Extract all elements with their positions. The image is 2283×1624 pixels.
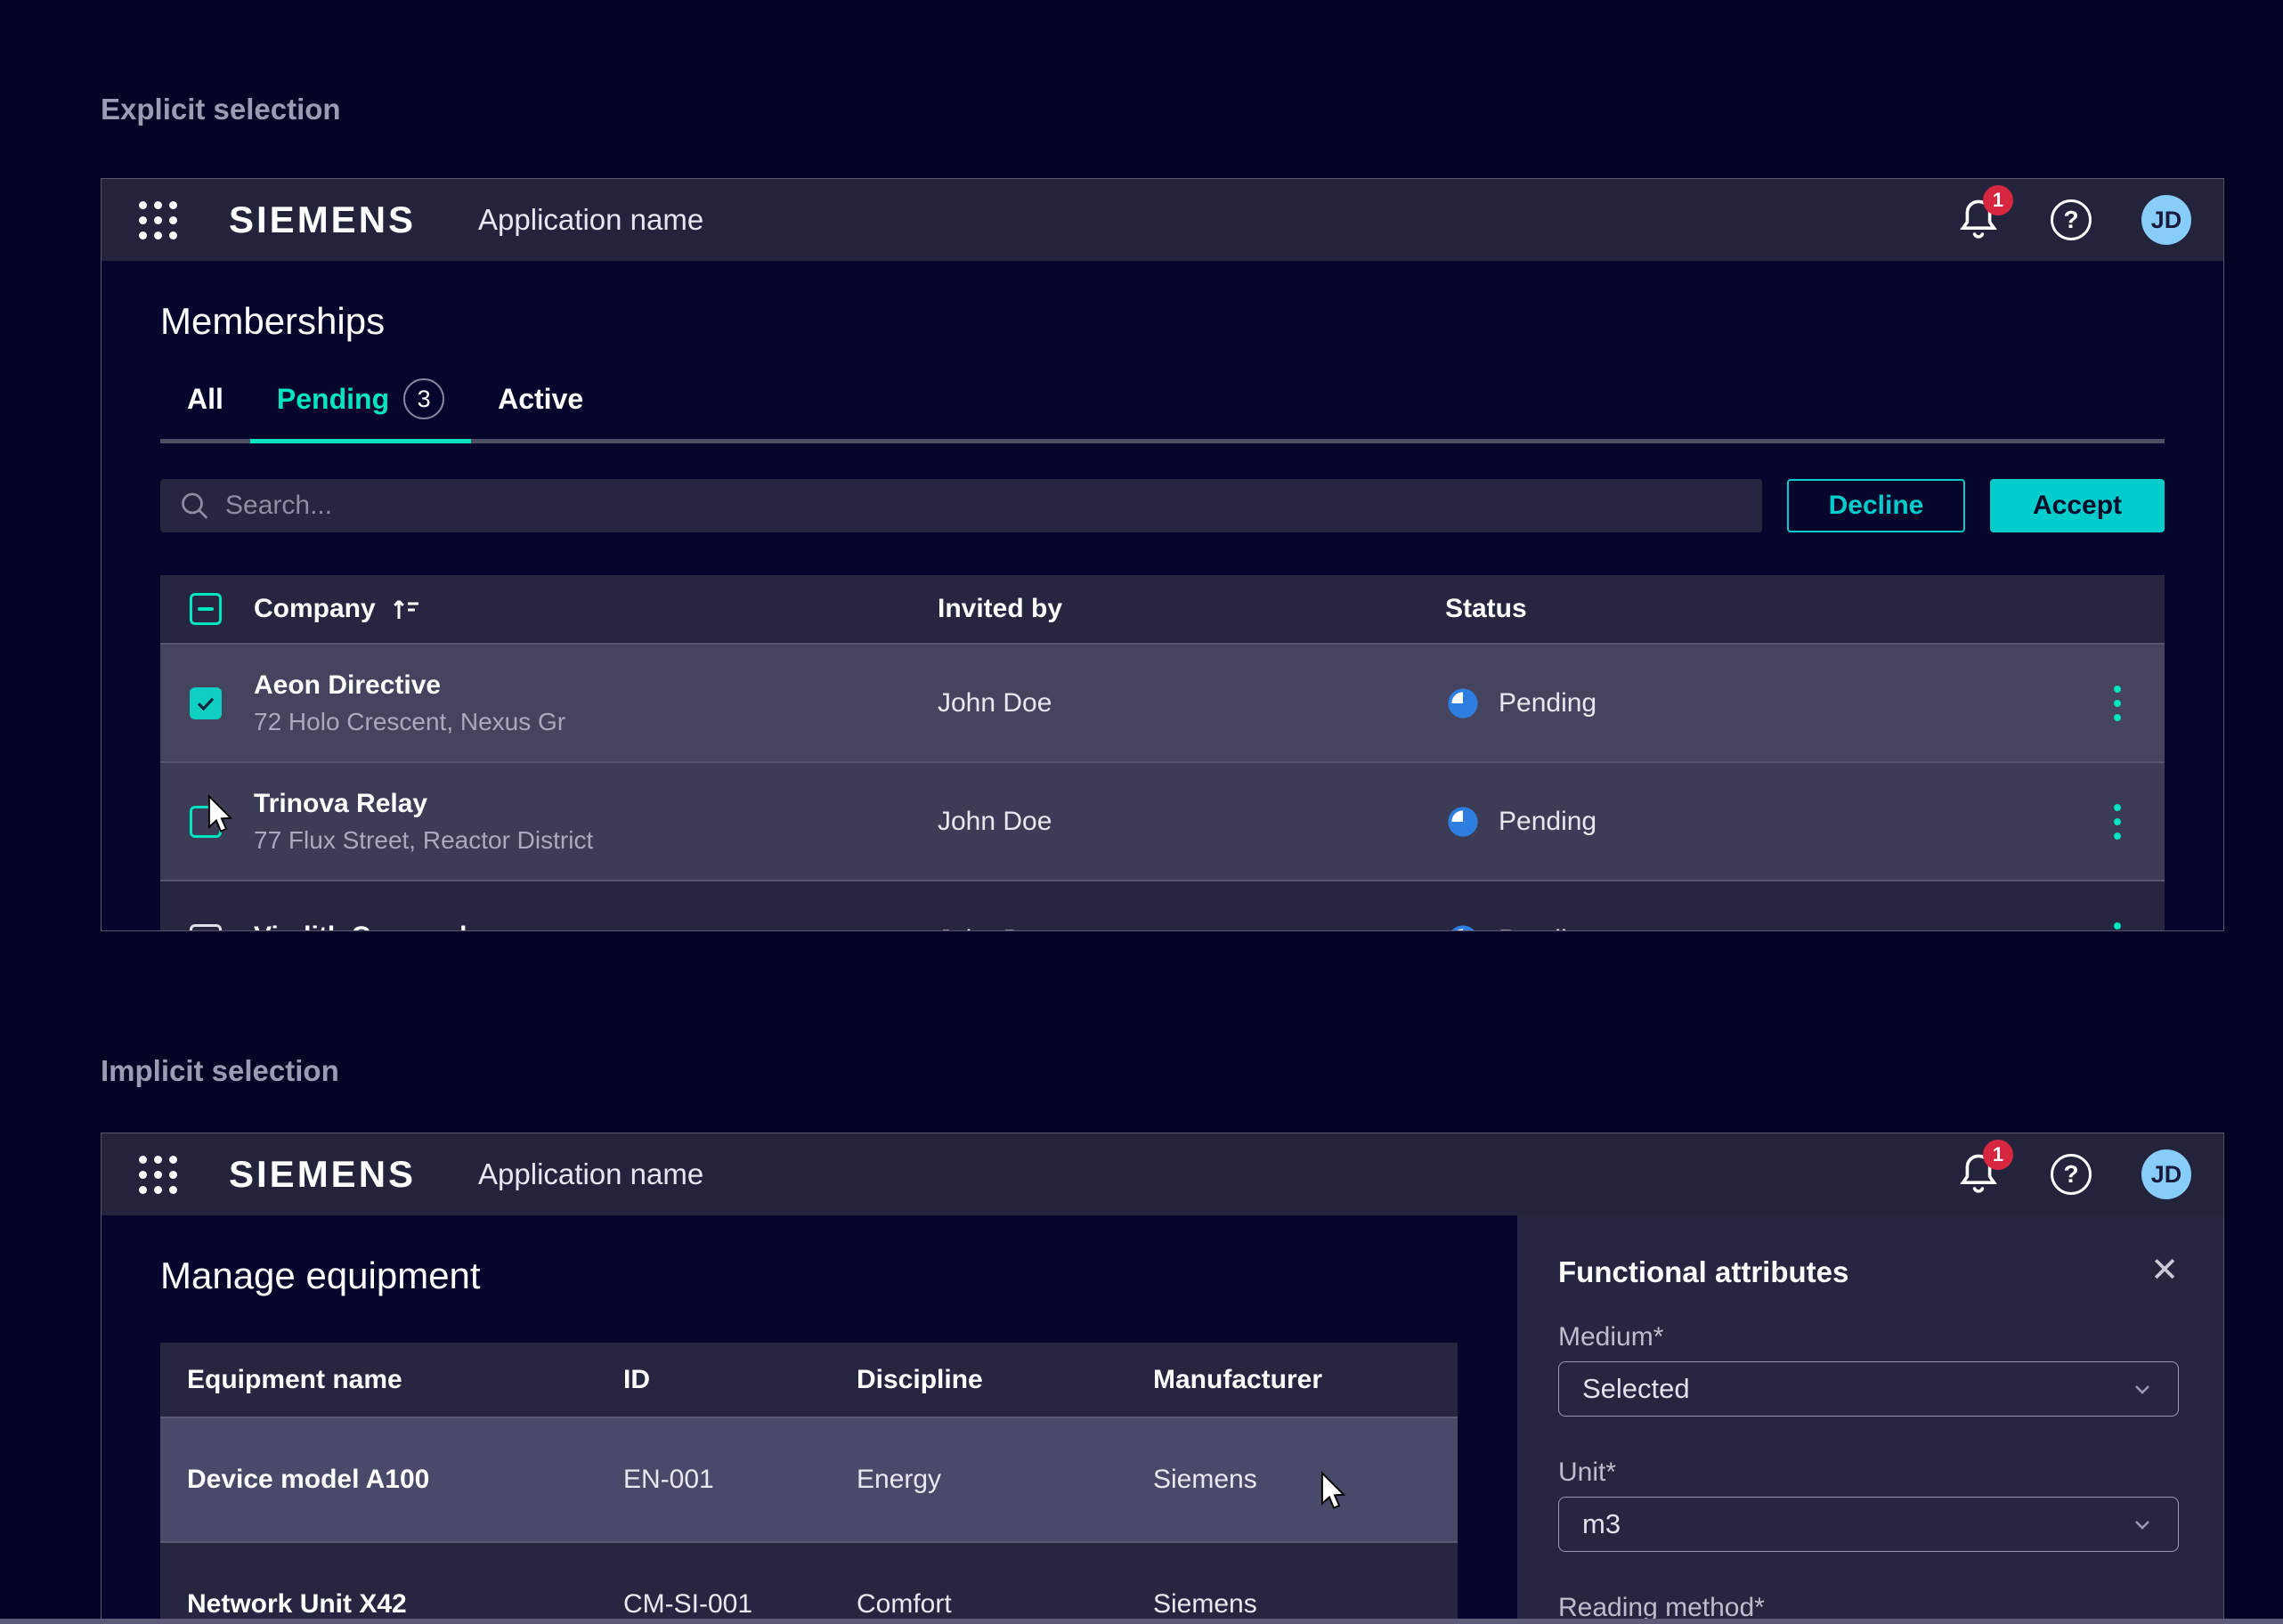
status-label: Pending xyxy=(1499,807,1596,837)
memberships-window: SIEMENS Application name 1 ? JD Membersh… xyxy=(101,178,2224,931)
equipment-name: Network Unit X42 xyxy=(187,1589,623,1620)
equipment-manufacturer: Siemens xyxy=(1153,1465,1431,1495)
medium-select[interactable]: Selected xyxy=(1558,1361,2179,1417)
status-label: Pending xyxy=(1499,925,1596,931)
clipped-bottom-element xyxy=(0,1619,2283,1624)
app-launcher-icon[interactable] xyxy=(139,1156,177,1194)
row-menu-kebab-icon[interactable] xyxy=(2100,804,2135,840)
equipment-discipline: Energy xyxy=(857,1465,1153,1495)
tab-bar: All Pending 3 Active xyxy=(160,378,2165,443)
table-row[interactable]: Aeon Directive 72 Holo Crescent, Nexus G… xyxy=(160,643,2165,761)
company-name: Aeon Directive xyxy=(254,670,938,701)
invited-by-value: John Doe xyxy=(938,807,1445,837)
pending-status-icon xyxy=(1445,922,1481,931)
notification-badge: 1 xyxy=(1983,1140,2013,1170)
sort-ascending-icon[interactable] xyxy=(390,595,422,623)
table-header-row: Company Invited by Status xyxy=(160,575,2165,643)
section-label-implicit: Implicit selection xyxy=(101,1054,339,1088)
equipment-id: EN-001 xyxy=(623,1465,857,1495)
application-name: Application name xyxy=(478,203,703,237)
section-label-explicit: Explicit selection xyxy=(101,93,341,126)
tab-pending-label: Pending xyxy=(277,383,389,416)
column-status[interactable]: Status xyxy=(1445,594,2100,624)
close-icon[interactable]: ✕ xyxy=(2150,1255,2179,1287)
help-icon[interactable]: ? xyxy=(2051,199,2092,240)
search-box[interactable] xyxy=(160,479,1762,532)
notifications-button[interactable]: 1 xyxy=(1956,1150,2001,1198)
tab-pending[interactable]: Pending 3 xyxy=(250,378,471,439)
invited-by-value: John Doe xyxy=(938,688,1445,719)
functional-attributes-panel: Functional attributes ✕ Medium* Selected… xyxy=(1517,1215,2223,1624)
equipment-discipline: Comfort xyxy=(857,1589,1153,1620)
memberships-table: Company Invited by Status xyxy=(160,575,2165,930)
decline-button[interactable]: Decline xyxy=(1787,479,1965,532)
company-name: Virelith Coreworks xyxy=(254,922,938,931)
table-row[interactable]: Device model A100 EN-001 Energy Siemens xyxy=(160,1417,1458,1541)
app-launcher-icon[interactable] xyxy=(139,201,177,240)
chevron-down-icon xyxy=(2130,1376,2155,1401)
avatar[interactable]: JD xyxy=(2141,195,2191,245)
panel-title: Functional attributes xyxy=(1558,1255,1848,1290)
row-menu-kebab-icon[interactable] xyxy=(2100,922,2135,931)
row-checkbox-checked[interactable] xyxy=(190,687,222,719)
search-icon xyxy=(180,491,209,521)
pending-status-icon xyxy=(1445,804,1481,840)
unit-select[interactable]: m3 xyxy=(1558,1497,2179,1552)
table-row[interactable]: Network Unit X42 CM-SI-001 Comfort Sieme… xyxy=(160,1541,1458,1624)
column-discipline[interactable]: Discipline xyxy=(857,1365,1153,1395)
tab-active[interactable]: Active xyxy=(471,378,610,439)
avatar[interactable]: JD xyxy=(2141,1149,2191,1199)
page-title: Manage equipment xyxy=(160,1255,1458,1297)
column-invited-by[interactable]: Invited by xyxy=(938,594,1445,624)
application-name: Application name xyxy=(478,1157,703,1191)
equipment-name: Device model A100 xyxy=(187,1465,623,1495)
company-address: 72 Holo Crescent, Nexus Gr xyxy=(254,708,938,736)
tab-all-label: All xyxy=(187,383,223,416)
invited-by-value: John Doe xyxy=(938,925,1445,931)
tab-pending-count-badge: 3 xyxy=(403,378,444,419)
column-id[interactable]: ID xyxy=(623,1365,857,1395)
siemens-logo: SIEMENS xyxy=(229,199,416,241)
equipment-table: Equipment name ID Discipline Manufacture… xyxy=(160,1343,1458,1624)
pending-status-icon xyxy=(1445,686,1481,721)
medium-label: Medium* xyxy=(1558,1322,2179,1352)
search-input[interactable] xyxy=(225,491,1743,521)
select-all-checkbox[interactable] xyxy=(190,593,222,625)
notification-badge: 1 xyxy=(1983,185,2013,215)
notifications-button[interactable]: 1 xyxy=(1956,196,2001,244)
chevron-down-icon xyxy=(2130,1512,2155,1537)
status-label: Pending xyxy=(1499,688,1596,719)
medium-value: Selected xyxy=(1582,1373,1690,1405)
table-row[interactable]: Trinova Relay 77 Flux Street, Reactor Di… xyxy=(160,761,2165,880)
toolbar: Decline Accept xyxy=(160,479,2165,532)
app-header: SIEMENS Application name 1 ? JD xyxy=(102,179,2223,261)
column-equipment-name[interactable]: Equipment name xyxy=(187,1365,623,1395)
app-header: SIEMENS Application name 1 ? JD xyxy=(102,1133,2223,1215)
row-checkbox-hover[interactable] xyxy=(190,806,222,838)
equipment-manufacturer: Siemens xyxy=(1153,1589,1431,1620)
check-icon xyxy=(195,693,216,714)
unit-label: Unit* xyxy=(1558,1458,2179,1488)
company-name: Trinova Relay xyxy=(254,789,938,819)
tab-all[interactable]: All xyxy=(160,378,250,439)
company-address: 77 Flux Street, Reactor District xyxy=(254,826,938,855)
equipment-body: Manage equipment Equipment name ID Disci… xyxy=(102,1215,2223,1624)
tab-active-label: Active xyxy=(498,383,583,416)
accept-button[interactable]: Accept xyxy=(1990,479,2165,532)
memberships-body: Memberships All Pending 3 Active Decline xyxy=(102,261,2223,930)
help-icon[interactable]: ? xyxy=(2051,1154,2092,1195)
equipment-id: CM-SI-001 xyxy=(623,1589,857,1620)
siemens-logo: SIEMENS xyxy=(229,1153,416,1196)
equipment-window: SIEMENS Application name 1 ? JD Manage e… xyxy=(101,1133,2224,1624)
row-checkbox-unchecked[interactable] xyxy=(190,924,222,931)
row-menu-kebab-icon[interactable] xyxy=(2100,686,2135,721)
column-manufacturer[interactable]: Manufacturer xyxy=(1153,1365,1431,1395)
unit-value: m3 xyxy=(1582,1508,1621,1540)
table-row[interactable]: Virelith Coreworks John Doe Pending xyxy=(160,880,2165,930)
column-company[interactable]: Company xyxy=(254,594,376,624)
page-title: Memberships xyxy=(160,300,2165,343)
table-header-row: Equipment name ID Discipline Manufacture… xyxy=(160,1343,1458,1417)
